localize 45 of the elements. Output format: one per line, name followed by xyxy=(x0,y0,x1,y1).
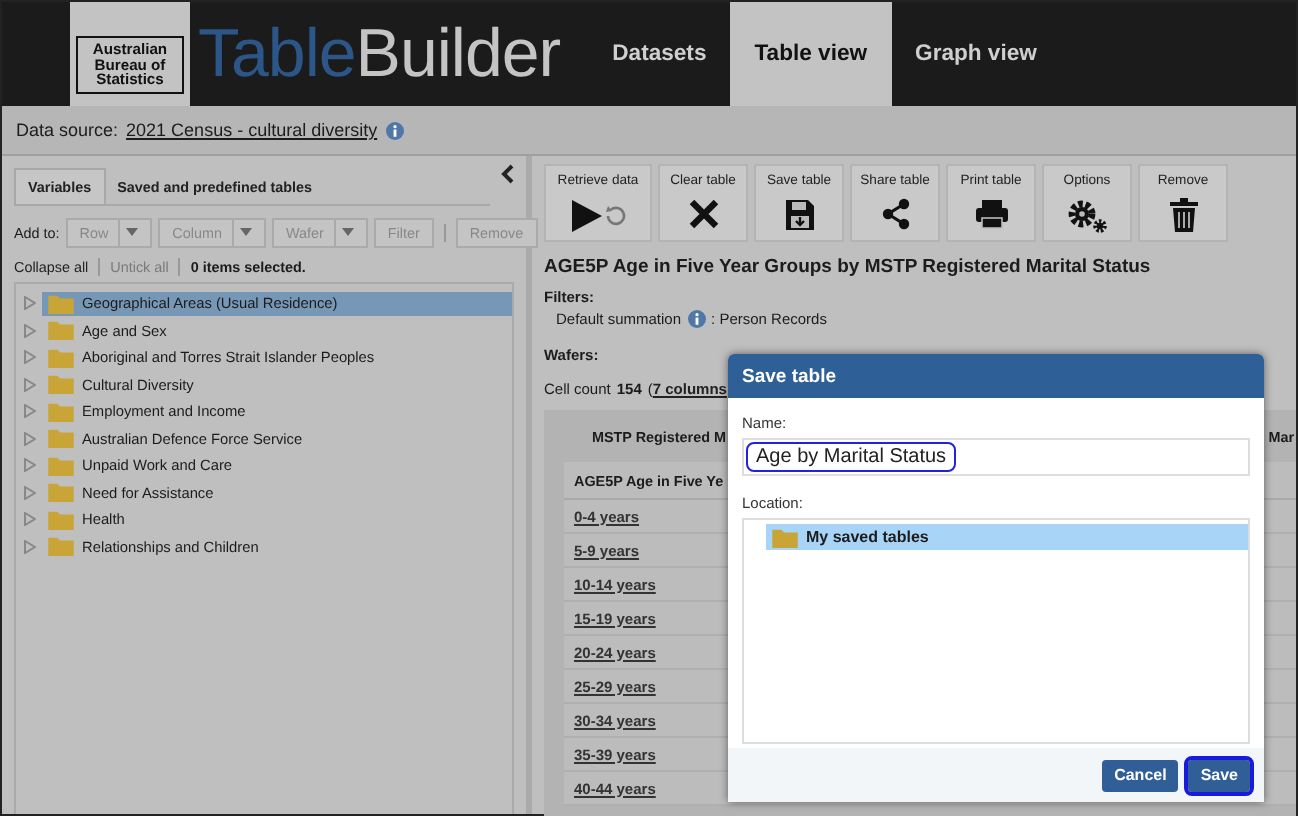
expander-icon[interactable] xyxy=(24,539,36,554)
info-icon[interactable] xyxy=(385,121,404,139)
expander-icon[interactable] xyxy=(24,431,36,446)
folder-icon xyxy=(48,428,74,449)
name-input-field[interactable]: Age by Marital Status xyxy=(742,438,1250,476)
expander-icon[interactable] xyxy=(24,296,36,311)
caret-icon xyxy=(341,228,354,236)
share-icon xyxy=(879,198,911,230)
dialog-button[interactable]: Save xyxy=(1188,759,1250,791)
folder-icon xyxy=(48,509,74,530)
expander-icon[interactable] xyxy=(24,458,36,473)
data-source-label: Data source: xyxy=(16,120,119,140)
collapse-panel-button[interactable] xyxy=(500,164,516,184)
folder-icon xyxy=(48,374,74,395)
expander-icon[interactable] xyxy=(24,404,36,419)
info-icon[interactable] xyxy=(687,310,706,328)
folder-icon xyxy=(48,347,74,368)
caret-icon xyxy=(126,228,139,236)
folder-icon xyxy=(48,401,74,422)
expander-icon[interactable] xyxy=(24,512,36,527)
table-title: AGE5P Age in Five Year Groups by MSTP Registered Marital Status xyxy=(544,256,1153,278)
printer-icon xyxy=(973,198,1009,230)
nav-tab[interactable]: Datasets xyxy=(588,2,731,106)
data-source-link[interactable]: 2021 Census - cultural diversity xyxy=(126,120,378,140)
gears-icon xyxy=(1065,198,1109,234)
dialog-button[interactable]: Cancel xyxy=(1102,759,1179,791)
caret-icon xyxy=(239,228,252,236)
trash-icon xyxy=(1169,198,1197,232)
nav-tab[interactable]: Table view xyxy=(730,2,892,106)
close-icon xyxy=(687,198,719,230)
expander-icon[interactable] xyxy=(24,323,36,338)
expander-icon[interactable] xyxy=(24,350,36,365)
nav-tab[interactable]: Graph view xyxy=(891,2,1061,106)
dialog-title: Save table xyxy=(728,354,1264,398)
location-item[interactable]: My saved tables xyxy=(766,524,1248,550)
folder-icon xyxy=(48,320,74,341)
folder-icon xyxy=(48,482,74,503)
folder-icon xyxy=(48,455,74,476)
app-title: TableBuilder xyxy=(196,13,563,95)
expander-icon[interactable] xyxy=(24,485,36,500)
folder-icon xyxy=(48,536,74,557)
folder-icon xyxy=(48,293,74,314)
play-refresh-icon xyxy=(568,198,628,234)
expander-icon[interactable] xyxy=(24,377,36,392)
folder-icon xyxy=(772,527,798,547)
